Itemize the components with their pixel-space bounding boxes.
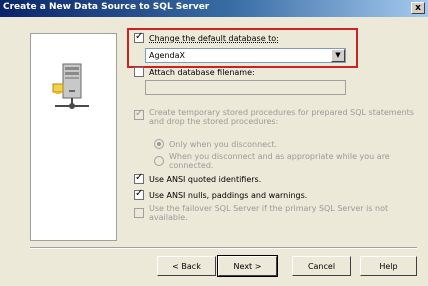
create-temp-procs-label-line1: Create temporary stored procedures for p… (149, 108, 414, 117)
server-icon (52, 63, 89, 109)
failover-option: Use the failover SQL Server if the prima… (134, 204, 388, 222)
help-button[interactable]: Help (360, 256, 417, 276)
attach-db-checkbox[interactable] (134, 67, 144, 77)
attach-db-label: Attach database filename: (149, 67, 255, 77)
database-combo-value: AgendaX (149, 51, 186, 60)
radio-disconnect-appropriate (154, 156, 164, 166)
change-default-db-label: Change the default database to: (149, 33, 279, 43)
chevron-down-icon[interactable]: ▼ (331, 49, 345, 62)
cancel-button[interactable]: Cancel (292, 256, 351, 276)
radio-disconnect-appropriate-line1: When you disconnect and as appropriate w… (169, 152, 390, 161)
window-title: Create a New Data Source to SQL Server (3, 2, 210, 12)
radio-only-disconnect-label: Only when you disconnect. (169, 139, 278, 149)
wizard-image-panel (30, 33, 117, 241)
close-icon: x (415, 3, 421, 13)
failover-label-line2: available. (149, 213, 188, 222)
create-temp-procs-label-line2: and drop the stored procedures: (149, 117, 279, 126)
failover-label-line1: Use the failover SQL Server if the prima… (149, 204, 389, 213)
ansi-nulls-label: Use ANSI nulls, paddings and warnings. (149, 190, 308, 200)
quoted-identifiers-label: Use ANSI quoted identifiers. (149, 174, 262, 184)
change-default-db-option[interactable]: Change the default database to: (134, 31, 279, 43)
title-bar: Create a New Data Source to SQL Server x (0, 0, 428, 17)
quoted-identifiers-checkbox[interactable] (134, 172, 144, 184)
next-button[interactable]: Next > (217, 255, 278, 277)
database-combo[interactable]: AgendaX ▼ (145, 48, 346, 63)
create-temp-procs-checkbox (134, 108, 144, 120)
ansi-nulls-option[interactable]: Use ANSI nulls, paddings and warnings. (134, 188, 308, 200)
radio-disconnect-appropriate-option: When you disconnect and as appropriate w… (154, 152, 390, 170)
attach-db-option[interactable]: Attach database filename: (134, 67, 255, 77)
back-button[interactable]: < Back (157, 256, 216, 276)
failover-checkbox (134, 208, 144, 218)
quoted-identifiers-option[interactable]: Use ANSI quoted identifiers. (134, 172, 262, 184)
radio-only-disconnect (154, 139, 164, 149)
radio-disconnect-appropriate-line2: connected. (169, 161, 214, 170)
change-default-db-checkbox[interactable] (134, 31, 144, 43)
separator (30, 247, 417, 249)
radio-only-disconnect-option: Only when you disconnect. (154, 139, 277, 149)
attach-db-field (145, 80, 346, 95)
ansi-nulls-checkbox[interactable] (134, 188, 144, 200)
dialog-window: Create a New Data Source to SQL Server x… (0, 0, 428, 286)
create-temp-procs-option: Create temporary stored procedures for p… (134, 108, 414, 126)
close-button[interactable]: x (411, 2, 425, 14)
